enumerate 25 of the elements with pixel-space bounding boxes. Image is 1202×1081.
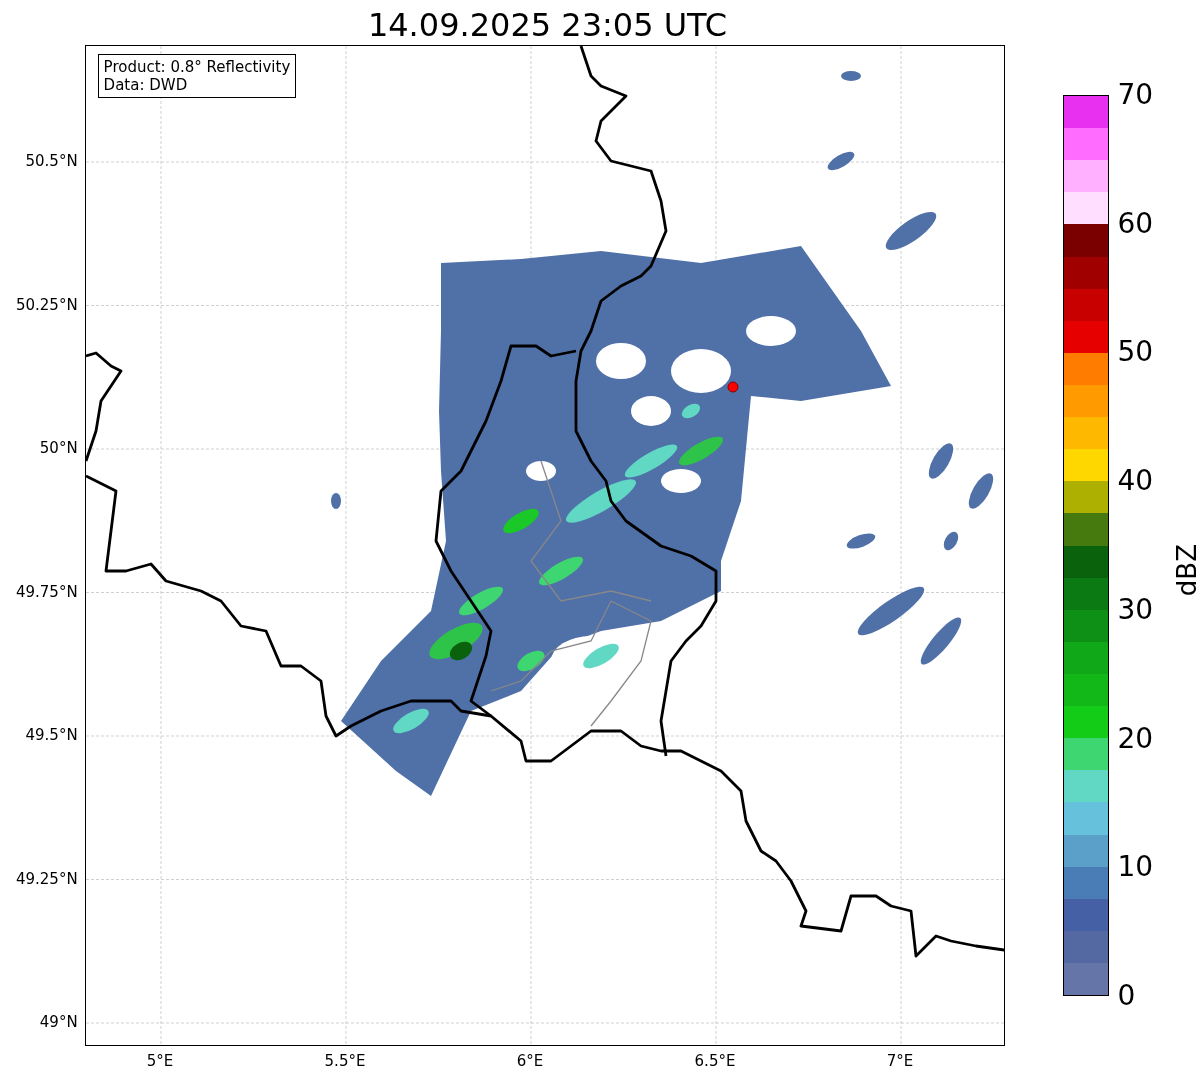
colorbar-tick-label: 70 xyxy=(1117,81,1154,109)
latitude-label: 49.5°N xyxy=(25,726,78,744)
latitude-label: 49°N xyxy=(39,1013,78,1031)
longitude-label: 6°E xyxy=(516,1052,544,1070)
latitude-label: 49.25°N xyxy=(15,869,78,888)
latitude-label: 49.75°N xyxy=(15,582,78,601)
info-text: Data: DWD xyxy=(103,76,189,94)
colorbar-tick-label: 30 xyxy=(1117,595,1154,624)
latitude-label: 50°N xyxy=(39,439,78,457)
longitude-label: 5°E xyxy=(146,1052,174,1070)
longitude-label: 7°E xyxy=(886,1052,914,1070)
colorbar-tick-label: 20 xyxy=(1117,724,1154,753)
colorbar-tick-label: 0 xyxy=(1117,982,1136,1010)
colorbar-tick-label: 40 xyxy=(1117,467,1154,496)
colorbar-tick-label: 10 xyxy=(1117,853,1154,882)
longitude-label: 5.5°E xyxy=(324,1052,366,1070)
colorbar-label: dBZ xyxy=(1173,544,1202,597)
info-text: Product: 0.8° Reflectivity xyxy=(103,58,291,76)
longitude-label: 6.5°E xyxy=(694,1052,736,1070)
colorbar-tick-label: 60 xyxy=(1117,209,1154,238)
colorbar-tick-label: 50 xyxy=(1117,338,1154,367)
chart-title: 14.09.2025 23:05 UTC xyxy=(366,5,729,45)
latitude-label: 50.5°N xyxy=(25,152,78,170)
latitude-label: 50.25°N xyxy=(15,295,78,314)
radar-site-marker xyxy=(727,381,739,393)
